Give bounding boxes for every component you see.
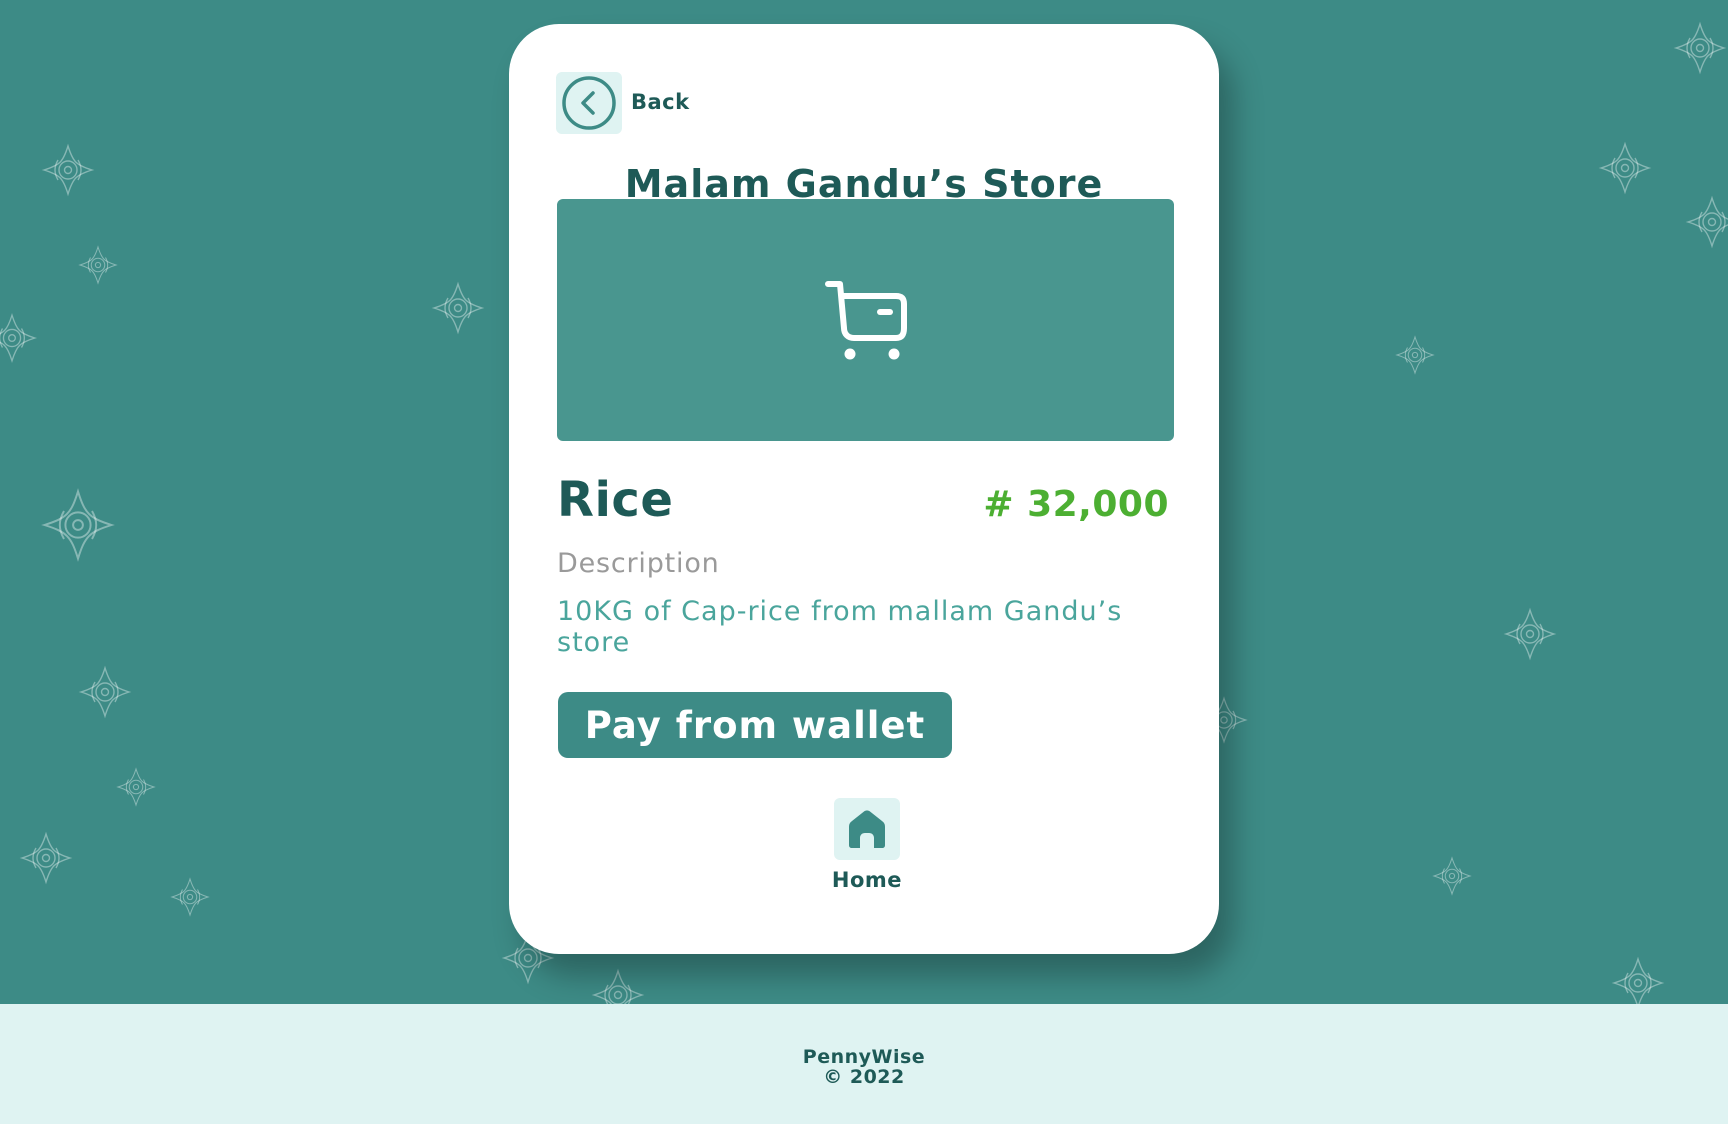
footer-brand: PennyWise xyxy=(802,1046,926,1068)
product-image xyxy=(557,199,1174,441)
shopping-cart-icon xyxy=(824,281,907,360)
pay-from-wallet-button[interactable]: Pay from wallet xyxy=(558,692,952,758)
back-button[interactable] xyxy=(556,72,622,134)
home-label[interactable]: Home xyxy=(509,868,1225,892)
product-description: 10KG of Cap-rice from mallam Gandu’s sto… xyxy=(557,596,1123,658)
footer: PennyWise © 2022 xyxy=(0,1004,1728,1124)
product-name: Rice xyxy=(557,472,674,528)
home-button[interactable] xyxy=(834,798,900,860)
description-label: Description xyxy=(557,548,720,579)
product-card: Back Malam Gandu’s Store Rice # 32,000 D… xyxy=(509,24,1219,954)
home-icon xyxy=(849,810,885,848)
footer-copyright: © 2022 xyxy=(823,1066,905,1088)
chevron-left-circle-icon xyxy=(562,76,616,130)
product-price: # 32,000 xyxy=(983,484,1169,525)
back-label[interactable]: Back xyxy=(631,90,690,114)
